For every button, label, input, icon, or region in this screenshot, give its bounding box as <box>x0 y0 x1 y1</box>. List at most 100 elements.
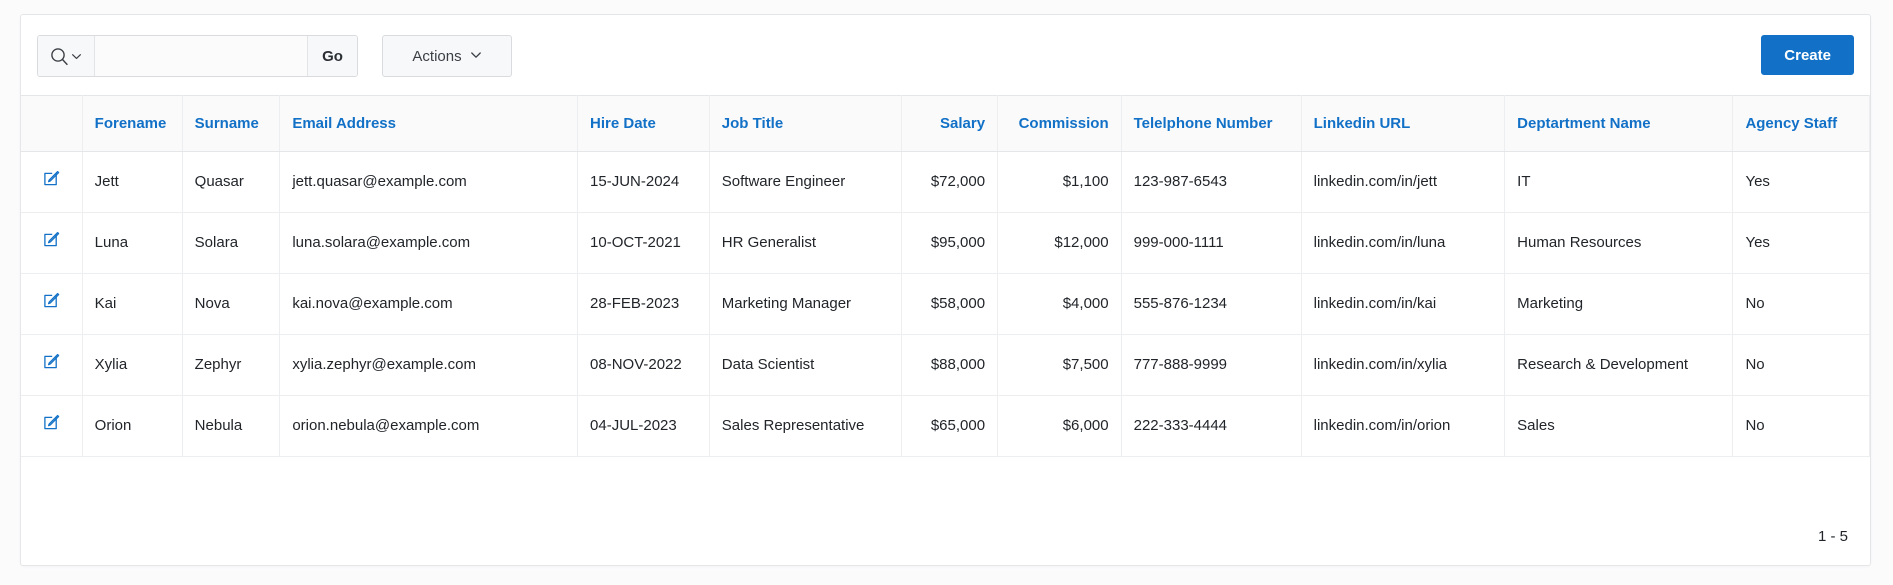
cell-forename: Kai <box>82 273 183 335</box>
search-icon <box>50 47 69 66</box>
cell-hire-date: 10-OCT-2021 <box>577 212 710 274</box>
cell-commission: $7,500 <box>997 334 1122 396</box>
cell-commission: $12,000 <box>997 212 1122 274</box>
table-row: Xylia Zephyr xylia.zephyr@example.com 08… <box>21 334 1870 396</box>
table-row: Jett Quasar jett.quasar@example.com 15-J… <box>21 151 1870 213</box>
actions-button-label: Actions <box>412 47 462 65</box>
create-button[interactable]: Create <box>1761 35 1854 75</box>
row-edit-cell <box>21 395 83 457</box>
report-grid-container: Forename Surname Email Address Hire Date… <box>21 95 1870 565</box>
cell-commission: $6,000 <box>997 395 1122 457</box>
cell-linkedin: linkedin.com/in/orion <box>1301 395 1506 457</box>
cell-forename: Jett <box>82 151 183 213</box>
cell-salary: $58,000 <box>901 273 999 335</box>
cell-department: Research & Development <box>1504 334 1734 396</box>
interactive-report-region: Go Actions Create Forename Surname Email… <box>20 14 1871 566</box>
cell-department: Sales <box>1504 395 1734 457</box>
cell-linkedin: linkedin.com/in/luna <box>1301 212 1506 274</box>
report-table-head: Forename Surname Email Address Hire Date… <box>21 95 1870 152</box>
cell-telephone: 555-876-1234 <box>1121 273 1302 335</box>
go-button[interactable]: Go <box>307 36 357 76</box>
cell-salary: $95,000 <box>901 212 999 274</box>
cell-commission: $1,100 <box>997 151 1122 213</box>
cell-department: Marketing <box>1504 273 1734 335</box>
cell-forename: Xylia <box>82 334 183 396</box>
cell-forename: Luna <box>82 212 183 274</box>
cell-job-title: HR Generalist <box>709 212 902 274</box>
column-header-edit <box>21 95 83 152</box>
row-edit-cell <box>21 212 83 274</box>
cell-linkedin: linkedin.com/in/xylia <box>1301 334 1506 396</box>
cell-job-title: Marketing Manager <box>709 273 902 335</box>
cell-linkedin: linkedin.com/in/kai <box>1301 273 1506 335</box>
cell-email: jett.quasar@example.com <box>279 151 579 213</box>
cell-surname: Nebula <box>182 395 281 457</box>
cell-forename: Orion <box>82 395 183 457</box>
column-header-agency-staff[interactable]: Agency Staff <box>1732 95 1870 152</box>
column-header-department-name[interactable]: Deptartment Name <box>1504 95 1734 152</box>
table-row: Orion Nebula orion.nebula@example.com 04… <box>21 395 1870 457</box>
report-table: Forename Surname Email Address Hire Date… <box>21 95 1870 457</box>
cell-surname: Zephyr <box>182 334 281 396</box>
cell-hire-date: 04-JUL-2023 <box>577 395 710 457</box>
row-edit-cell <box>21 334 83 396</box>
column-header-forename[interactable]: Forename <box>82 95 183 152</box>
table-row: Kai Nova kai.nova@example.com 28-FEB-202… <box>21 273 1870 335</box>
cell-telephone: 222-333-4444 <box>1121 395 1302 457</box>
cell-email: kai.nova@example.com <box>279 273 579 335</box>
cell-email: xylia.zephyr@example.com <box>279 334 579 396</box>
cell-telephone: 777-888-9999 <box>1121 334 1302 396</box>
cell-commission: $4,000 <box>997 273 1122 335</box>
cell-agency-staff: No <box>1732 273 1870 335</box>
cell-department: Human Resources <box>1504 212 1734 274</box>
column-header-commission[interactable]: Commission <box>997 95 1122 152</box>
cell-agency-staff: Yes <box>1732 212 1870 274</box>
cell-email: orion.nebula@example.com <box>279 395 579 457</box>
column-header-hire-date[interactable]: Hire Date <box>577 95 710 152</box>
cell-telephone: 123-987-6543 <box>1121 151 1302 213</box>
cell-salary: $65,000 <box>901 395 999 457</box>
cell-job-title: Data Scientist <box>709 334 902 396</box>
cell-agency-staff: No <box>1732 395 1870 457</box>
column-header-email-address[interactable]: Email Address <box>279 95 579 152</box>
row-edit-cell <box>21 151 83 213</box>
search-column-selector[interactable] <box>38 36 95 76</box>
cell-salary: $72,000 <box>901 151 999 213</box>
cell-linkedin: linkedin.com/in/jett <box>1301 151 1506 213</box>
table-header-row: Forename Surname Email Address Hire Date… <box>21 95 1870 152</box>
cell-job-title: Sales Representative <box>709 395 902 457</box>
cell-salary: $88,000 <box>901 334 999 396</box>
pagination-bar: 1 - 5 <box>21 507 1870 565</box>
actions-button[interactable]: Actions <box>382 35 512 77</box>
cell-job-title: Software Engineer <box>709 151 902 213</box>
report-toolbar: Go Actions Create <box>21 15 1870 95</box>
column-header-linkedin-url[interactable]: Linkedin URL <box>1301 95 1506 152</box>
chevron-down-icon <box>470 48 482 65</box>
table-row: Luna Solara luna.solara@example.com 10-O… <box>21 212 1870 274</box>
search-field-group: Go <box>37 35 358 77</box>
cell-surname: Nova <box>182 273 281 335</box>
cell-surname: Quasar <box>182 151 281 213</box>
cell-hire-date: 15-JUN-2024 <box>577 151 710 213</box>
edit-pencil-icon[interactable] <box>41 168 62 189</box>
cell-agency-staff: No <box>1732 334 1870 396</box>
edit-pencil-icon[interactable] <box>41 351 62 372</box>
search-input[interactable] <box>95 36 307 76</box>
column-header-job-title[interactable]: Job Title <box>709 95 902 152</box>
cell-agency-staff: Yes <box>1732 151 1870 213</box>
pagination-range-label: 1 - 5 <box>1817 527 1848 545</box>
report-table-body: Jett Quasar jett.quasar@example.com 15-J… <box>21 151 1870 457</box>
edit-pencil-icon[interactable] <box>41 290 62 311</box>
chevron-down-icon <box>71 51 82 62</box>
cell-hire-date: 28-FEB-2023 <box>577 273 710 335</box>
edit-pencil-icon[interactable] <box>41 229 62 250</box>
column-header-surname[interactable]: Surname <box>182 95 281 152</box>
column-header-salary[interactable]: Salary <box>901 95 999 152</box>
edit-pencil-icon[interactable] <box>41 412 62 433</box>
cell-hire-date: 08-NOV-2022 <box>577 334 710 396</box>
cell-email: luna.solara@example.com <box>279 212 579 274</box>
column-header-telephone-number[interactable]: Telelphone Number <box>1121 95 1302 152</box>
cell-department: IT <box>1504 151 1734 213</box>
row-edit-cell <box>21 273 83 335</box>
cell-surname: Solara <box>182 212 281 274</box>
